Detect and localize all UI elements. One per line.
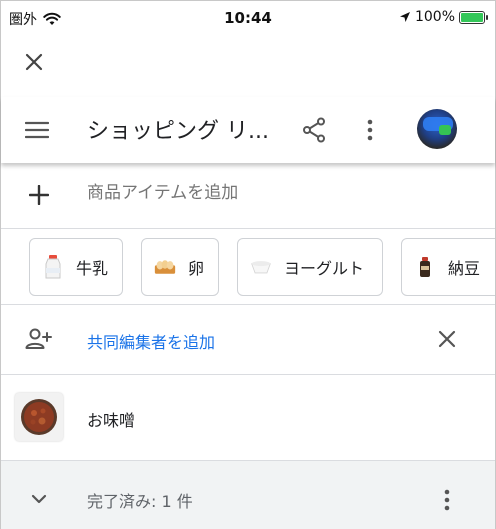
chevron-down-icon[interactable] (27, 487, 51, 511)
status-right: 100% (399, 9, 488, 25)
list-header: ショッピング リ... (1, 97, 495, 163)
suggestion-label: 納豆 (448, 259, 481, 278)
list-item[interactable]: お味噌 (1, 375, 495, 461)
avatar[interactable] (417, 109, 457, 149)
suggestion-chip-natto[interactable]: 納豆 (401, 238, 495, 296)
close-icon (438, 330, 456, 348)
dismiss-collaborator-button[interactable] (433, 325, 461, 353)
battery-icon (459, 10, 488, 24)
suggestion-chip-eggs[interactable]: 卵 (141, 238, 219, 296)
menu-button[interactable] (25, 116, 53, 144)
suggestion-chips: 牛乳 卵 ヨーグルト 納豆 (1, 229, 495, 305)
share-button[interactable] (299, 115, 329, 145)
suggestion-label: ヨーグルト (284, 259, 365, 278)
avatar-photo-detail (439, 125, 451, 135)
suggestion-chip-milk[interactable]: 牛乳 (29, 238, 123, 296)
suggestion-label: 牛乳 (76, 259, 109, 278)
suggestion-label: 卵 (188, 259, 205, 278)
more-vert-icon (367, 119, 373, 141)
menu-icon (25, 121, 49, 139)
battery-fill (461, 12, 483, 22)
more-vert-icon (444, 489, 450, 511)
completed-more-button[interactable] (435, 485, 459, 515)
suggestion-chip-yogurt[interactable]: ヨーグルト (237, 238, 383, 296)
completed-section[interactable]: 完了済み: 1 件 (1, 461, 495, 529)
more-options-button[interactable] (357, 115, 383, 145)
completed-count: 完了済み: 1 件 (87, 492, 193, 511)
yogurt-icon (250, 254, 272, 280)
item-label: お味噌 (87, 411, 136, 430)
miso-icon (15, 393, 63, 441)
add-icon (27, 183, 51, 207)
page-title[interactable]: ショッピング リ... (87, 113, 287, 145)
battery-percent: 100% (414, 9, 455, 25)
milk-icon (42, 254, 64, 280)
add-collaborator-link[interactable]: 共同編集者を追加 (87, 329, 215, 353)
status-bar: 圏外 10:44 100% (1, 1, 495, 35)
person-add-icon (25, 327, 53, 353)
add-collaborator-row: 共同編集者を追加 (1, 305, 495, 375)
close-icon (25, 53, 43, 71)
eggs-icon (154, 254, 176, 280)
add-item-input[interactable] (87, 183, 447, 203)
natto-icon (414, 254, 436, 280)
share-icon (303, 117, 325, 143)
close-button[interactable] (19, 47, 49, 77)
add-item-row[interactable] (1, 163, 495, 229)
location-arrow-icon (399, 12, 410, 22)
